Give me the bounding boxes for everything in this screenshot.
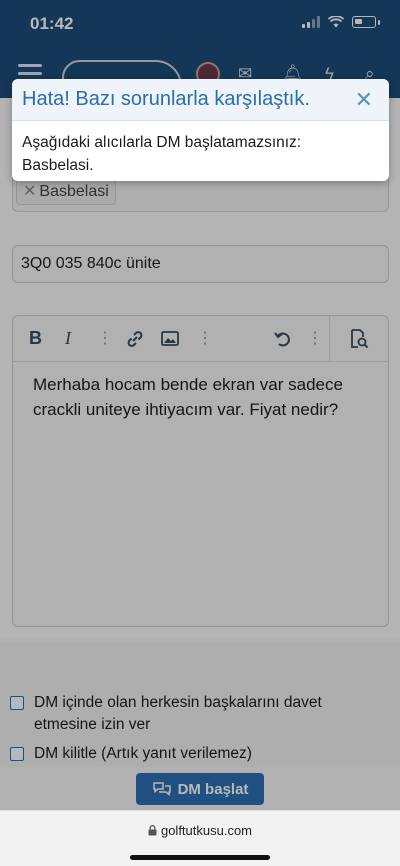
lock-icon — [148, 825, 157, 836]
dialog-message: Aşağıdaki alıcılarla DM başlatamazsınız:… — [22, 134, 302, 174]
close-icon[interactable]: ✕ — [355, 87, 373, 113]
url-text: golftutkusu.com — [160, 823, 253, 838]
browser-bar: golftutkusu.com — [0, 810, 400, 866]
url-bar[interactable]: golftutkusu.com — [0, 823, 400, 838]
dialog-title: Hata! Bazı sorunlarla karşılaştık. — [22, 88, 310, 110]
dialog-header: Hata! Bazı sorunlarla karşılaştık. ✕ — [12, 79, 389, 121]
error-dialog: Hata! Bazı sorunlarla karşılaştık. ✕ Aşa… — [12, 79, 389, 181]
home-indicator[interactable] — [130, 855, 270, 860]
